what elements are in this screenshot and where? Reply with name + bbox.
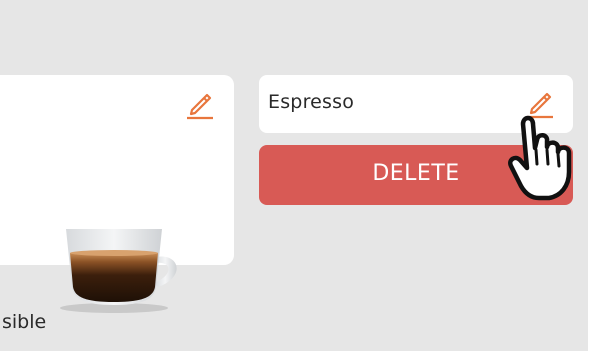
- visibility-label: sible: [2, 311, 47, 333]
- coffee-cup-icon: [60, 229, 177, 313]
- drink-name-field[interactable]: Espresso: [259, 75, 573, 133]
- drink-settings-panel: Espresso DELETE sible: [0, 0, 588, 351]
- delete-button[interactable]: DELETE: [259, 145, 573, 205]
- pencil-icon[interactable]: [183, 88, 215, 120]
- drink-name-value: Espresso: [268, 91, 355, 113]
- drink-image-card[interactable]: [0, 75, 234, 313]
- pencil-icon[interactable]: [523, 87, 555, 119]
